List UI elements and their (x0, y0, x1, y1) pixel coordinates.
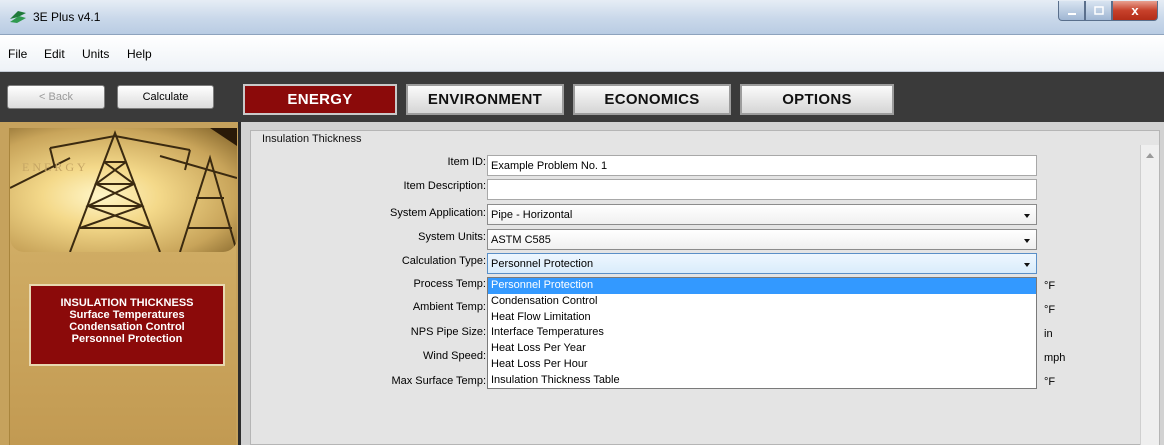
dropdown-option[interactable]: Heat Flow Limitation (488, 310, 1036, 326)
panel-title: Insulation Thickness (262, 133, 362, 145)
calculate-button[interactable]: Calculate (117, 85, 214, 109)
close-icon: x (1131, 3, 1139, 18)
sidebar-item-surface-temperatures[interactable]: Surface Temperatures (31, 309, 223, 321)
dropdown-option[interactable]: Heat Loss Per Year (488, 341, 1036, 357)
menu-file[interactable]: File (8, 47, 27, 61)
system-application-label: System Application: (390, 207, 486, 219)
process-temp-label: Process Temp: (413, 278, 486, 290)
dropdown-option[interactable]: Interface Temperatures (488, 325, 1036, 341)
energy-image-text: ENERGY (22, 160, 89, 174)
calculation-type-label: Calculation Type: (401, 255, 486, 267)
calculation-type-dropdown-list: Personnel Protection Condensation Contro… (487, 277, 1037, 389)
tab-economics[interactable]: ECONOMICS (573, 84, 731, 115)
menu-units[interactable]: Units (82, 47, 109, 61)
sidebar-item-insulation-thickness[interactable]: INSULATION THICKNESS (31, 297, 223, 309)
minimize-button[interactable] (1058, 1, 1085, 21)
system-units-select[interactable]: ASTM C585 (487, 229, 1037, 250)
chevron-down-icon (1024, 263, 1030, 267)
process-temp-unit: °F (1044, 280, 1056, 292)
window-controls: x (1058, 1, 1158, 21)
system-application-select[interactable]: Pipe - Horizontal (487, 204, 1037, 225)
chevron-down-icon (1024, 239, 1030, 243)
menu-help[interactable]: Help (127, 47, 152, 61)
item-id-field[interactable]: Example Problem No. 1 (487, 155, 1037, 176)
item-description-label: Item Description: (403, 180, 486, 192)
tab-energy[interactable]: ENERGY (243, 84, 397, 115)
calculation-type-value: Personnel Protection (491, 258, 594, 270)
toolbar: < Back Calculate ENERGY ENVIRONMENT ECON… (0, 72, 1164, 122)
system-units-value: ASTM C585 (491, 234, 551, 246)
system-units-label: System Units: (418, 231, 486, 243)
dropdown-option[interactable]: Insulation Thickness Table (488, 373, 1036, 389)
calculation-menu: INSULATION THICKNESS Surface Temperature… (29, 284, 225, 366)
calculation-type-select[interactable]: Personnel Protection (487, 253, 1037, 274)
max-surface-temp-label: Max Surface Temp: (391, 375, 486, 387)
sidebar-item-personnel-protection[interactable]: Personnel Protection (31, 333, 223, 345)
window-title: 3E Plus v4.1 (33, 10, 101, 24)
ambient-temp-unit: °F (1044, 304, 1056, 316)
menu-bar: File Edit Units Help (0, 35, 1164, 72)
dropdown-option[interactable]: Heat Loss Per Hour (488, 357, 1036, 373)
tab-environment[interactable]: ENVIRONMENT (406, 84, 564, 115)
dropdown-option[interactable]: Personnel Protection (488, 278, 1036, 294)
wind-speed-unit: mph (1044, 352, 1066, 364)
nps-pipe-size-label: NPS Pipe Size: (410, 326, 486, 338)
system-application-value: Pipe - Horizontal (491, 209, 573, 221)
minimize-icon (1067, 12, 1076, 15)
ambient-temp-label: Ambient Temp: (412, 301, 486, 313)
menu-edit[interactable]: Edit (44, 47, 65, 61)
sidebar-panel: ENERGY INSULATION THICKNESS Surface Temp… (9, 128, 237, 445)
chevron-down-icon (1024, 214, 1030, 218)
app-logo-icon (10, 11, 26, 23)
transmission-tower-icon (10, 128, 237, 252)
energy-tower-image: ENERGY (10, 128, 237, 252)
dropdown-option[interactable]: Condensation Control (488, 294, 1036, 310)
maximize-button[interactable] (1085, 1, 1112, 21)
wind-speed-label: Wind Speed: (423, 350, 486, 362)
nps-pipe-size-unit: in (1044, 328, 1053, 340)
sidebar-item-condensation-control[interactable]: Condensation Control (31, 321, 223, 333)
scroll-up-icon[interactable] (1146, 153, 1154, 158)
sidebar: ENERGY INSULATION THICKNESS Surface Temp… (0, 122, 238, 445)
item-id-label: Item ID: (447, 156, 486, 168)
close-button[interactable]: x (1112, 1, 1158, 21)
maximize-icon (1093, 5, 1104, 15)
item-description-field[interactable] (487, 179, 1037, 200)
back-button[interactable]: < Back (7, 85, 105, 109)
vertical-scrollbar[interactable] (1140, 145, 1159, 445)
tab-options[interactable]: OPTIONS (740, 84, 894, 115)
max-surface-temp-unit: °F (1044, 376, 1056, 388)
title-bar: 3E Plus v4.1 x (0, 0, 1164, 35)
